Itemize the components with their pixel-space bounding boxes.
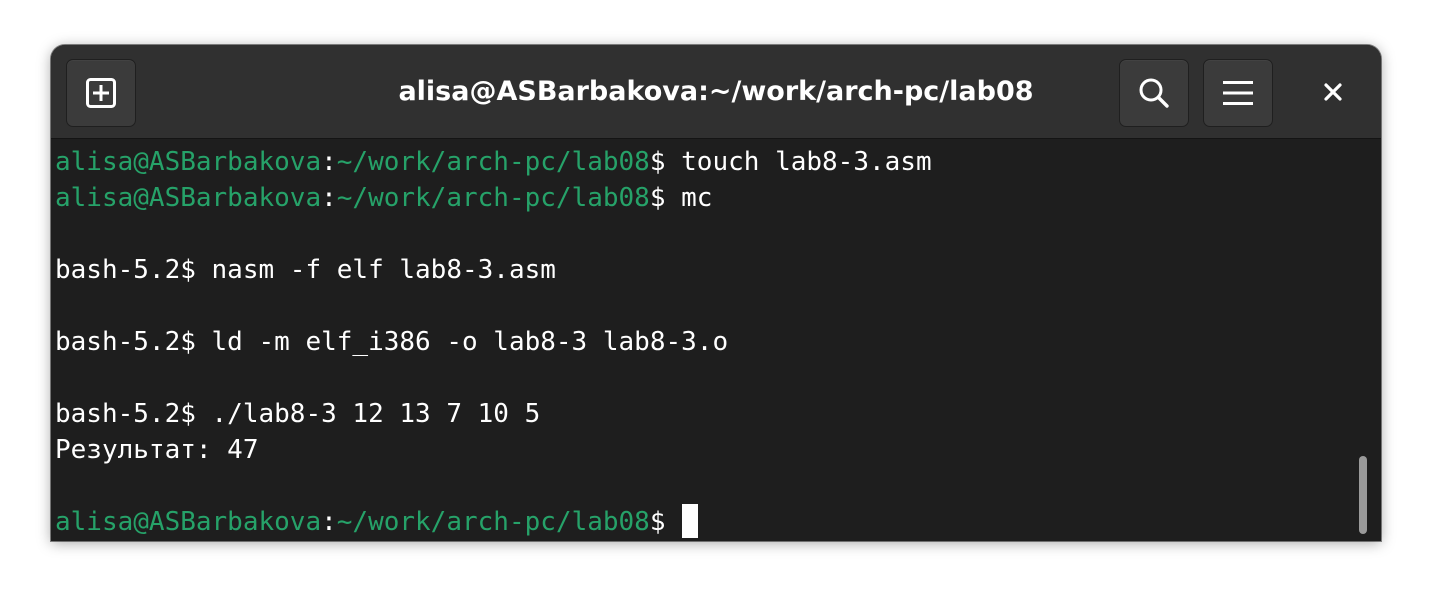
terminal-window: alisa@ASBarbakova:~/work/arch-pc/lab08 a… [51,45,1381,541]
command-text: $ [649,507,682,537]
menu-button[interactable] [1203,59,1273,127]
prompt-user-host: alisa@ASBarbakova [55,183,322,213]
search-button[interactable] [1119,59,1189,127]
title-bar: alisa@ASBarbakova:~/work/arch-pc/lab08 [51,45,1381,139]
prompt-path: ~/work/arch-pc/lab08 [336,507,650,537]
terminal-line: bash-5.2$ ./lab8-3 12 13 7 10 5 [55,399,541,429]
prompt-user-host: alisa@ASBarbakova [55,507,322,537]
new-tab-button[interactable] [66,59,136,127]
terminal-line: alisa@ASBarbakova:~/work/arch-pc/lab08$ [55,503,699,540]
command-text: $ mc [649,183,713,213]
close-icon [1324,83,1342,101]
prompt-colon: : [321,147,337,177]
terminal-output[interactable]: alisa@ASBarbakova:~/work/arch-pc/lab08$ … [51,139,1381,541]
terminal-line: bash-5.2$ nasm -f elf lab8-3.asm [55,255,556,285]
search-icon [1139,78,1169,108]
prompt-path: ~/work/arch-pc/lab08 [336,183,650,213]
terminal-line: alisa@ASBarbakova:~/work/arch-pc/lab08$ … [55,144,932,180]
prompt-path: ~/work/arch-pc/lab08 [336,147,650,177]
scrollbar-thumb[interactable] [1359,456,1367,534]
command-text: $ touch lab8-3.asm [649,147,932,177]
hamburger-menu-icon [1223,81,1253,105]
prompt-user-host: alisa@ASBarbakova [55,147,322,177]
terminal-line: bash-5.2$ ld -m elf_i386 -o lab8-3 lab8-… [55,327,729,357]
prompt-colon: : [321,507,337,537]
terminal-line: alisa@ASBarbakova:~/work/arch-pc/lab08$ … [55,180,712,216]
text-cursor [682,503,699,538]
prompt-colon: : [321,183,337,213]
new-tab-icon [86,78,116,108]
program-output: Результат: 47 [55,435,259,465]
close-button[interactable] [1299,59,1367,125]
